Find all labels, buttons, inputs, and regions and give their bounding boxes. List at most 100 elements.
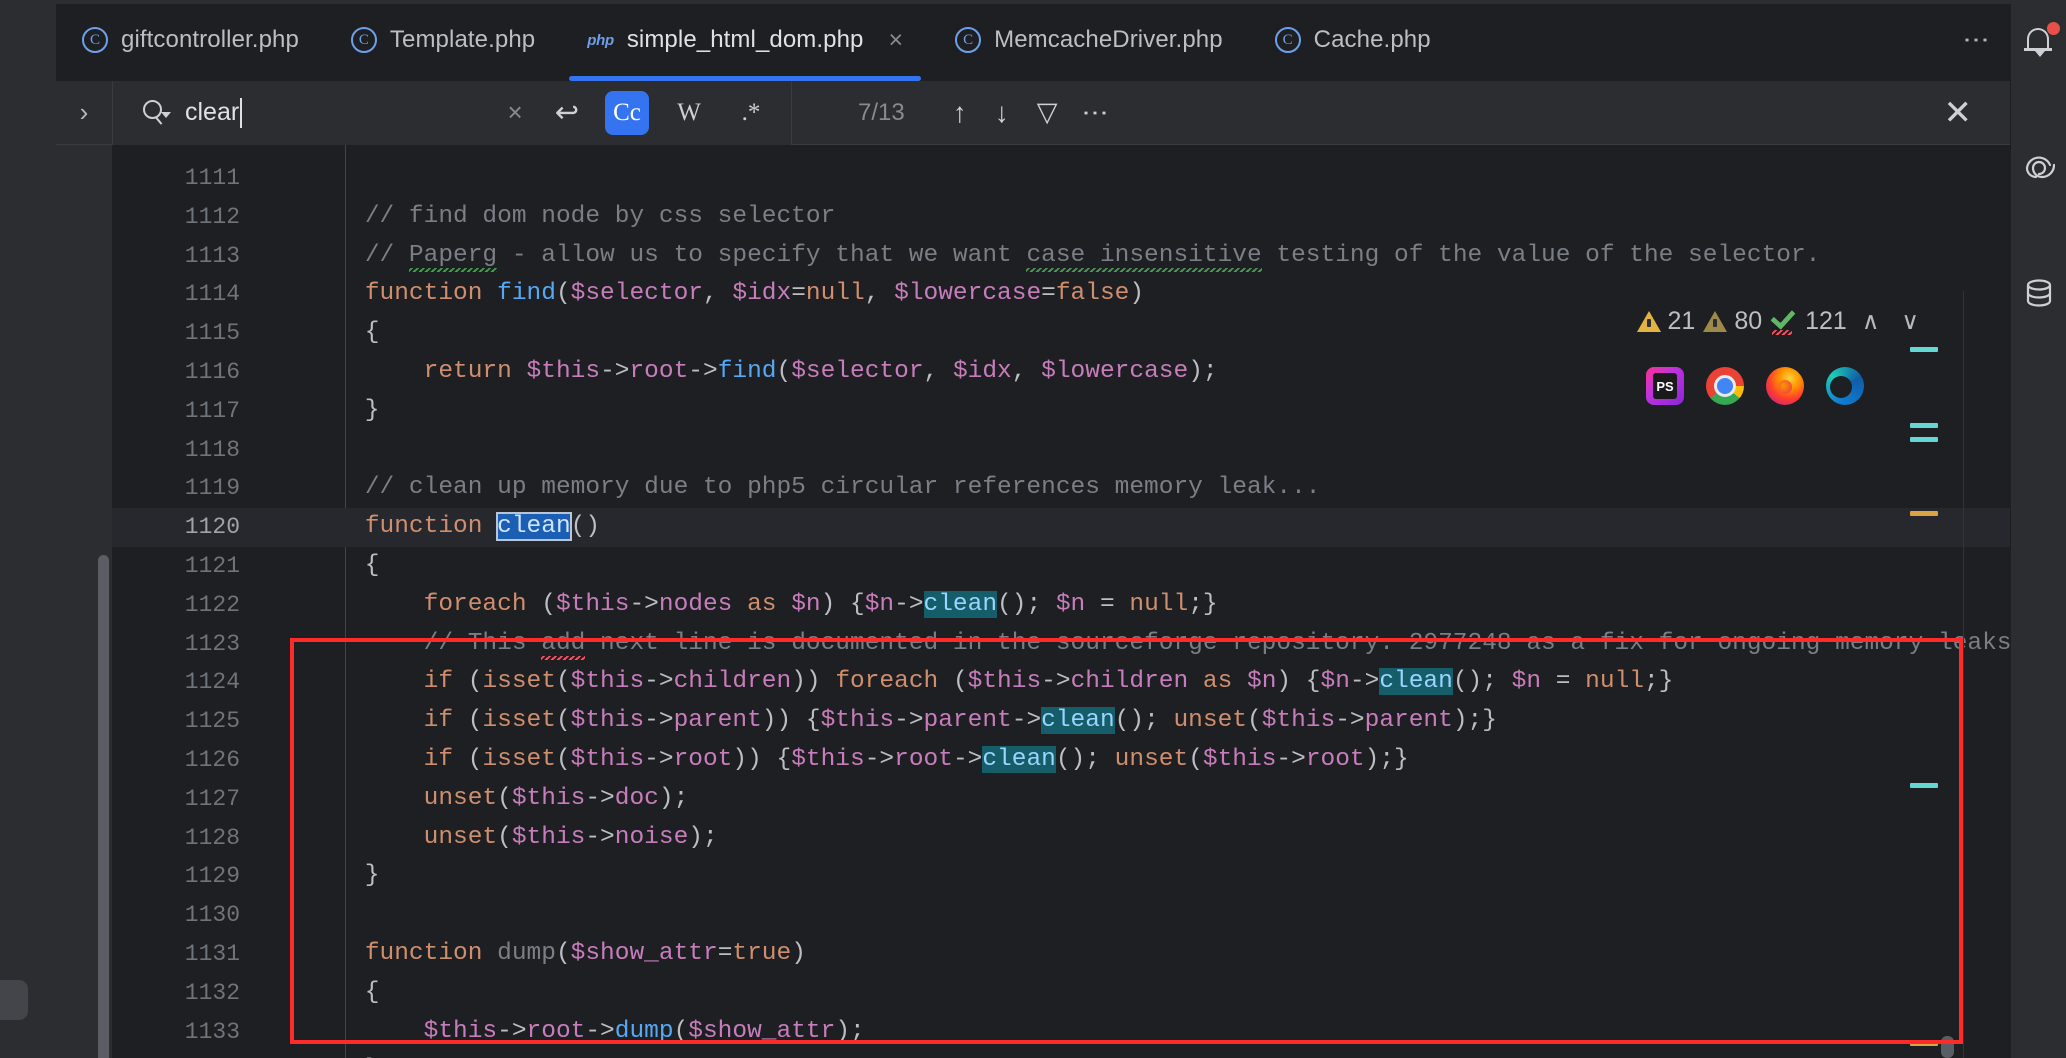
typo-group[interactable]: 121 bbox=[1770, 304, 1847, 336]
code-content[interactable]: // find dom node by css selector // Pape… bbox=[260, 145, 2010, 1058]
line-number: 1129 bbox=[184, 863, 240, 890]
code-token: $selector bbox=[570, 280, 703, 308]
code-token: $n bbox=[864, 590, 895, 618]
code-line[interactable]: // Paperg - allow us to specify that we … bbox=[260, 237, 2010, 276]
code-line[interactable]: if (isset($this->children)) foreach ($th… bbox=[260, 663, 2010, 702]
code-token: $n bbox=[1247, 668, 1277, 696]
inspections-widget[interactable]: 21 80 121 ∧ ∨ bbox=[1620, 295, 1942, 347]
code-token: // This bbox=[423, 629, 542, 657]
code-token: true bbox=[732, 939, 792, 967]
code-token: // find dom node by css selector bbox=[364, 202, 836, 230]
filter-icon[interactable]: ▽ bbox=[1023, 97, 1072, 128]
overview-marker[interactable] bbox=[1910, 423, 1938, 428]
left-rail-chip[interactable] bbox=[0, 980, 28, 1020]
search-input[interactable]: clear bbox=[185, 97, 484, 128]
editor-tab[interactable]: php simple_html_dom.php × bbox=[561, 0, 929, 81]
code-line[interactable] bbox=[260, 896, 2010, 935]
database-icon[interactable] bbox=[2019, 274, 2059, 314]
code-token: -> bbox=[629, 590, 659, 618]
overview-marker[interactable] bbox=[1910, 783, 1938, 788]
scrollbar-thumb[interactable] bbox=[98, 555, 109, 1058]
code-token: -> bbox=[585, 1017, 615, 1045]
code-token: ;} bbox=[1643, 668, 1674, 696]
chrome-icon[interactable] bbox=[1706, 367, 1744, 405]
code-token: $n bbox=[1320, 668, 1350, 696]
code-line[interactable]: // find dom node by css selector bbox=[260, 198, 2010, 237]
overview-marker[interactable] bbox=[1910, 347, 1938, 352]
php-class-icon: C bbox=[955, 27, 982, 53]
code-token: Paperg bbox=[408, 241, 498, 272]
search-history-icon[interactable]: ↩ bbox=[547, 95, 587, 130]
clear-search-button[interactable]: × bbox=[498, 97, 533, 128]
code-line[interactable]: function clean() bbox=[260, 508, 2010, 547]
find-next-icon[interactable]: ↓ bbox=[981, 97, 1023, 129]
code-line[interactable]: unset($this->doc); bbox=[260, 780, 2010, 819]
close-find-button[interactable]: ✕ bbox=[1944, 93, 1973, 133]
line-number: 1112 bbox=[184, 203, 240, 230]
line-number: 1132 bbox=[184, 979, 240, 1006]
code-token: , bbox=[1011, 357, 1042, 385]
overview-marker[interactable] bbox=[1910, 1041, 1938, 1046]
code-token: as bbox=[732, 590, 792, 618]
overview-scroll-thumb[interactable] bbox=[1941, 1036, 1954, 1058]
code-token: -> bbox=[688, 357, 718, 385]
code-token: $this bbox=[570, 668, 645, 696]
code-line[interactable]: if (isset($this->parent)) {$this->parent… bbox=[260, 702, 2010, 741]
code-line[interactable]: // This add next line is documented in t… bbox=[260, 625, 2010, 664]
ruler-separator bbox=[1963, 291, 1964, 1058]
code-line[interactable]: { bbox=[260, 974, 2010, 1013]
line-number: 1126 bbox=[184, 746, 240, 773]
inspection-prev-icon[interactable]: ∧ bbox=[1855, 307, 1887, 336]
editor-left-scrollbar[interactable] bbox=[56, 145, 112, 1058]
code-token: $idx bbox=[952, 357, 1012, 385]
code-token: -> bbox=[644, 745, 674, 773]
firefox-icon[interactable] bbox=[1766, 367, 1804, 405]
code-line[interactable]: // clean up memory due to php5 circular … bbox=[260, 469, 2010, 508]
edge-icon[interactable] bbox=[1826, 367, 1864, 405]
whole-words-toggle[interactable]: W bbox=[667, 91, 711, 135]
find-expand-button[interactable]: › bbox=[56, 97, 112, 128]
overview-marker[interactable] bbox=[1910, 511, 1938, 516]
php-class-icon: C bbox=[350, 27, 377, 53]
code-line[interactable]: function dump($show_attr=true) bbox=[260, 935, 2010, 974]
code-token: -> bbox=[600, 357, 630, 385]
ai-assistant-icon[interactable] bbox=[2019, 148, 2059, 188]
phpstorm-icon[interactable]: PS bbox=[1646, 367, 1684, 405]
code-line[interactable]: } bbox=[260, 857, 2010, 896]
code-token: -> bbox=[585, 823, 615, 851]
search-match: clean bbox=[1041, 707, 1115, 735]
code-token: return bbox=[423, 357, 527, 385]
code-line[interactable]: foreach ($this->nodes as $n) {$n->clean(… bbox=[260, 586, 2010, 625]
find-more-icon[interactable]: ⋮ bbox=[1071, 100, 1119, 126]
code-line[interactable]: { bbox=[260, 547, 2010, 586]
editor-tab[interactable]: Cgiftcontroller.php bbox=[56, 0, 325, 81]
inspection-next-icon[interactable]: ∨ bbox=[1894, 307, 1926, 336]
code-token: function bbox=[364, 513, 498, 541]
overview-ruler[interactable] bbox=[1902, 291, 1954, 1058]
tab-close-icon[interactable]: × bbox=[889, 27, 904, 53]
editor-tab[interactable]: C Template.php bbox=[325, 0, 561, 81]
code-line[interactable] bbox=[260, 159, 2010, 198]
editor-tab[interactable]: C Cache.php bbox=[1249, 0, 1457, 81]
regex-toggle[interactable]: .* bbox=[729, 91, 773, 135]
notifications-icon[interactable] bbox=[2019, 22, 2060, 62]
overview-marker[interactable] bbox=[1910, 437, 1938, 442]
code-line[interactable]: $this->root->dump($show_attr); bbox=[260, 1013, 2010, 1052]
warning-weak-group[interactable]: 80 bbox=[1703, 307, 1762, 336]
warning-strong-group[interactable]: 21 bbox=[1636, 307, 1695, 336]
code-line[interactable]: unset($this->noise); bbox=[260, 819, 2010, 858]
editor-tab[interactable]: C MemcacheDriver.php bbox=[929, 0, 1249, 81]
match-case-toggle[interactable]: Cc bbox=[605, 90, 649, 135]
code-token: );} bbox=[1452, 707, 1497, 735]
code-line[interactable]: } bbox=[260, 1051, 2010, 1058]
find-prev-icon[interactable]: ↑ bbox=[939, 97, 981, 129]
line-number: 1123 bbox=[184, 630, 240, 657]
code-line[interactable]: if (isset($this->root)) {$this->root->cl… bbox=[260, 741, 2010, 780]
tabstrip-more-button[interactable]: ⋮ bbox=[1962, 27, 1992, 53]
search-icon[interactable] bbox=[141, 98, 171, 128]
code-line[interactable] bbox=[260, 431, 2010, 470]
